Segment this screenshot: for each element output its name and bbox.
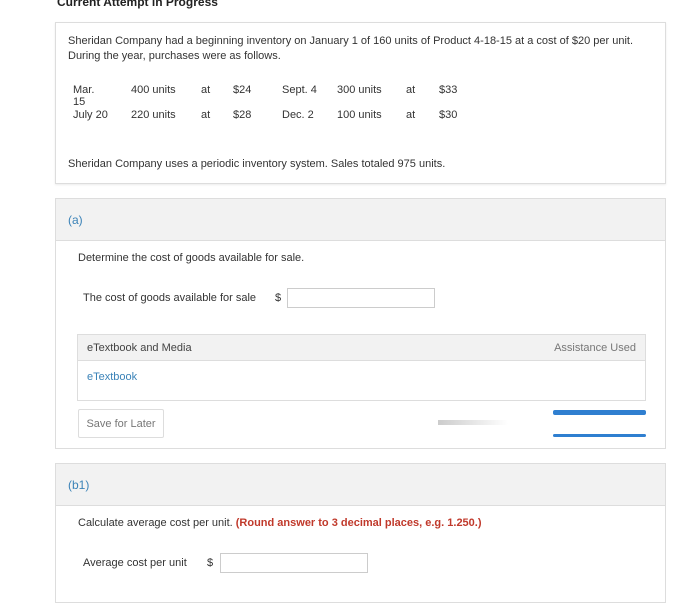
part-b1-panel: (b1): [55, 463, 666, 603]
purchase-at: at: [201, 84, 211, 96]
avg-cost-label: Average cost per unit: [83, 557, 187, 569]
purchase-cost: $30: [439, 109, 458, 121]
assistance-used: Assistance Used: [554, 342, 636, 354]
save-for-later-button[interactable]: Save for Later: [78, 409, 164, 438]
problem-intro-1: Sheridan Company had a beginning invento…: [68, 35, 634, 47]
submit-button-underline: [553, 434, 646, 437]
purchase-units: 300 units: [337, 84, 382, 96]
instruction-text: Calculate average cost per unit.: [78, 517, 233, 529]
purchase-cost: $24: [233, 84, 252, 96]
submit-button-bar[interactable]: [553, 410, 646, 415]
currency-symbol: $: [207, 557, 214, 569]
attempts-indicator: [438, 420, 508, 425]
etextbook-link[interactable]: eTextbook: [87, 371, 137, 383]
media-title: eTextbook and Media: [87, 342, 192, 354]
purchase-units: 400 units: [131, 84, 176, 96]
purchase-date: Dec. 2: [282, 109, 314, 121]
purchase-at: at: [406, 84, 416, 96]
purchase-date: Sept. 4: [282, 84, 317, 96]
cogs-label: The cost of goods available for sale: [83, 292, 257, 304]
problem-statement: Sheridan Company had a beginning invento…: [55, 22, 666, 184]
purchase-at: at: [406, 109, 416, 121]
problem-intro-2: During the year, purchases were as follo…: [68, 50, 281, 62]
page-heading: Current Attempt in Progress: [57, 0, 218, 9]
part-a-instruction: Determine the cost of goods available fo…: [78, 252, 305, 264]
purchase-cost: $28: [233, 109, 252, 121]
part-a-label: (a): [56, 199, 665, 241]
etextbook-media-panel: eTextbook and Media Assistance Used eTex…: [77, 334, 646, 401]
purchase-units: 220 units: [131, 109, 176, 121]
purchase-date: July 20: [73, 109, 108, 121]
purchase-units: 100 units: [337, 109, 382, 121]
cogs-input[interactable]: [287, 288, 435, 308]
problem-footer: Sheridan Company uses a periodic invento…: [68, 158, 446, 170]
rounding-note: (Round answer to 3 decimal places, e.g. …: [235, 517, 482, 529]
purchase-cost: $33: [439, 84, 458, 96]
currency-symbol: $: [275, 292, 282, 304]
purchase-date: Mar. 15: [73, 84, 95, 108]
part-b1-label: (b1): [56, 464, 665, 506]
purchase-at: at: [201, 109, 211, 121]
avg-cost-input[interactable]: [220, 553, 368, 573]
part-b1-instruction: Calculate average cost per unit. (Round …: [78, 517, 482, 529]
